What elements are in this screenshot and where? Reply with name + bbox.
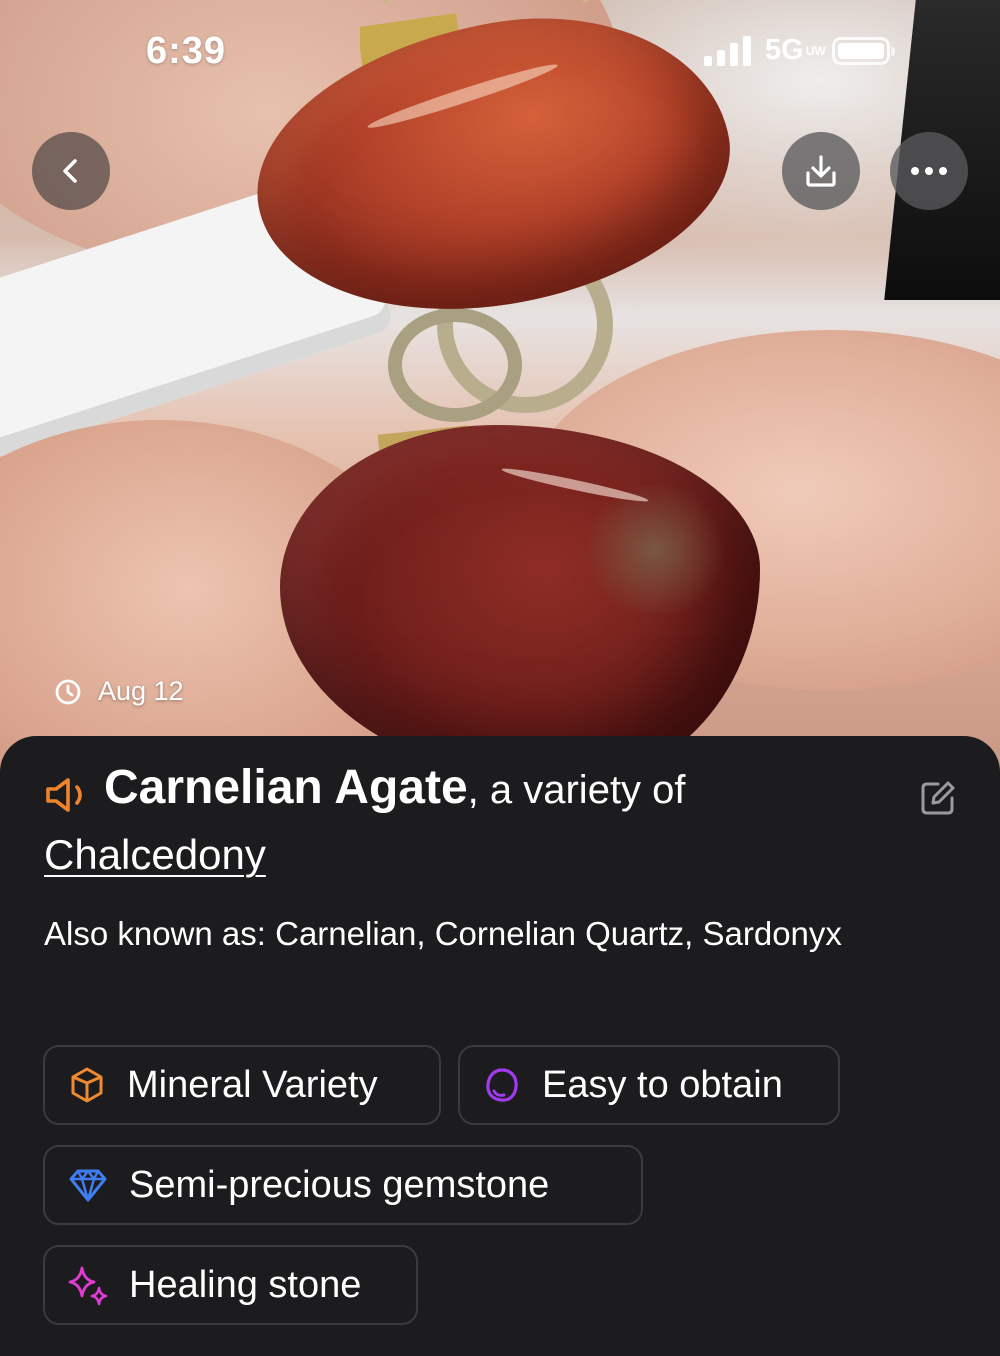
tag-label: Mineral Variety (127, 1063, 378, 1106)
download-button[interactable] (782, 132, 860, 210)
tag-healing-stone[interactable]: Healing stone (43, 1245, 418, 1325)
photo-date-label: Aug 12 (98, 676, 184, 706)
status-indicators: 5G UW (704, 34, 895, 67)
identification-title: Carnelian Agate, a variety of Chalcedony (44, 760, 904, 893)
specimen-photo (0, 0, 1000, 790)
variety-text: , a variety of (467, 768, 686, 812)
tag-label: Semi-precious gemstone (129, 1163, 550, 1206)
aka-values: Carnelian, Cornelian Quartz, Sardonyx (275, 915, 842, 952)
clock-icon (55, 679, 81, 704)
stone-icon (486, 1068, 518, 1102)
network-suffix: UW (805, 43, 826, 58)
sparkle-icon (68, 1266, 108, 1306)
battery-icon (831, 36, 895, 65)
network-indicator: 5G UW (765, 34, 826, 67)
edit-icon[interactable] (918, 778, 958, 818)
chevron-left-icon (63, 159, 77, 183)
download-icon (806, 155, 836, 187)
signal-strength-icon (704, 35, 751, 66)
also-known-as: Also known as: Carnelian, Cornelian Quar… (44, 904, 924, 963)
crystal-icon (71, 1067, 103, 1103)
aka-label: Also known as: (44, 915, 266, 952)
ellipsis-icon (911, 167, 947, 175)
tag-mineral-variety[interactable]: Mineral Variety (43, 1045, 441, 1125)
diamond-icon (69, 1169, 107, 1202)
specimen-name: Carnelian Agate (104, 761, 468, 814)
back-button[interactable] (32, 132, 110, 210)
parent-mineral-link[interactable]: Chalcedony (44, 831, 266, 878)
tag-easy-to-obtain[interactable]: Easy to obtain (458, 1045, 840, 1125)
more-options-button[interactable] (890, 132, 968, 210)
tag-label: Healing stone (129, 1263, 362, 1306)
status-time: 6:39 (146, 30, 227, 72)
tag-semi-precious-gemstone[interactable]: Semi-precious gemstone (43, 1145, 643, 1225)
network-type: 5G (765, 34, 804, 66)
tag-label: Easy to obtain (542, 1063, 783, 1106)
photo-date: Aug 12 (54, 676, 184, 707)
speaker-icon[interactable] (44, 775, 96, 815)
